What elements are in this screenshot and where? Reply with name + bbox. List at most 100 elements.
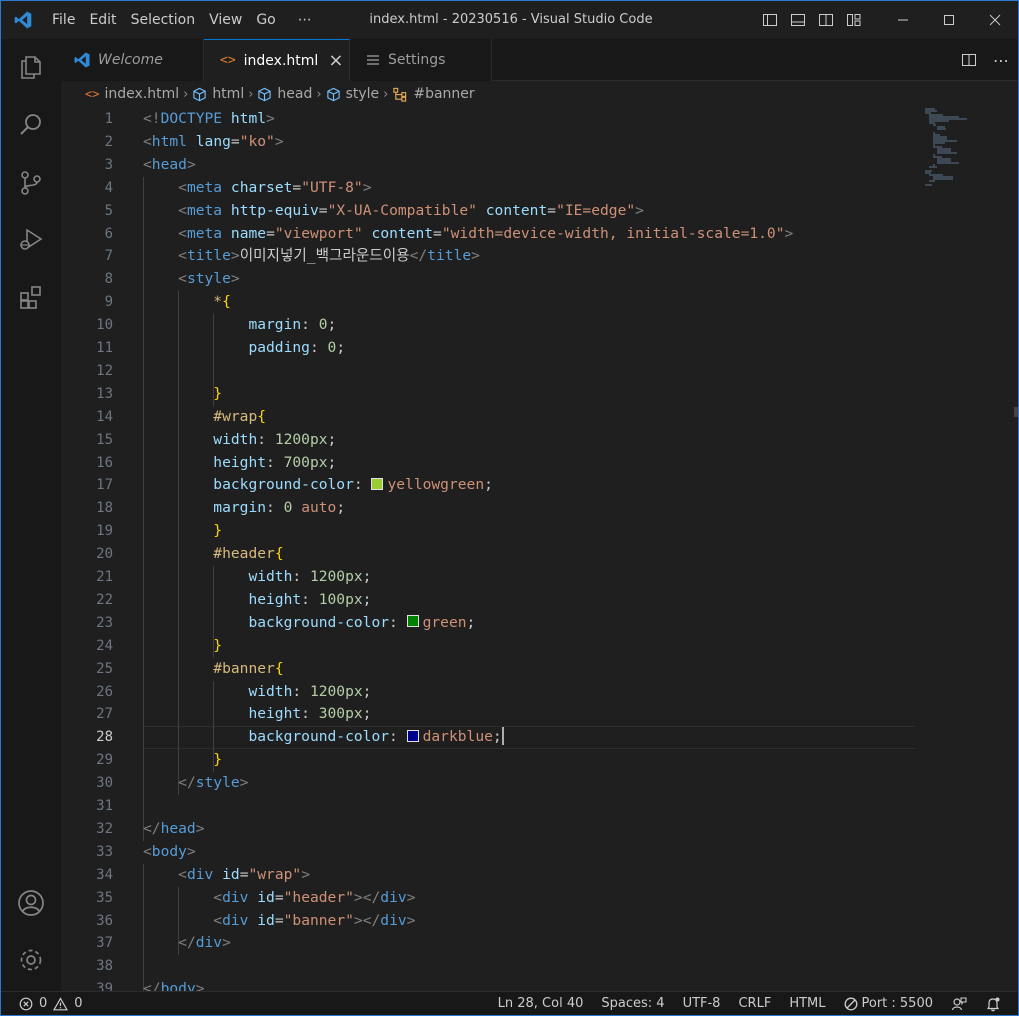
tab-welcome[interactable]: Welcome — [61, 39, 204, 81]
css-selector-icon — [392, 87, 408, 102]
run-debug-icon[interactable] — [1, 215, 61, 263]
editor-actions: ⋯ — [954, 39, 1018, 81]
line-number: 30 — [96, 775, 113, 792]
breadcrumb-item-html[interactable]: html — [192, 86, 244, 102]
chevron-right-icon: › — [248, 86, 254, 102]
source-control-icon[interactable] — [1, 159, 61, 207]
code-line: width: 1200px; — [248, 568, 372, 585]
line-number: 25 — [96, 660, 113, 677]
color-swatch[interactable] — [406, 615, 419, 628]
indentation[interactable]: Spaces: 4 — [592, 996, 673, 1011]
menu-go[interactable]: Go — [249, 1, 282, 39]
code-line: height: 300px; — [248, 705, 372, 723]
code-line: <!DOCTYPE html> — [143, 110, 275, 127]
toggle-panel-icon[interactable] — [784, 1, 812, 39]
line-number: 14 — [96, 408, 113, 425]
menu-file[interactable]: File — [45, 1, 82, 39]
line-number: 26 — [96, 683, 113, 700]
code-line: height: 100px; — [248, 590, 372, 608]
line-number: 38 — [96, 958, 113, 975]
live-server-port[interactable]: Port : 5500 — [835, 996, 943, 1011]
line-number: 29 — [96, 752, 113, 769]
menu-selection[interactable]: Selection — [124, 1, 203, 39]
line-number: 10 — [96, 317, 113, 334]
cursor-position[interactable]: Ln 28, Col 40 — [489, 996, 593, 1011]
editor-tabs: Welcome <> index.html × Settings ⋯ — [61, 39, 1018, 81]
error-icon — [19, 997, 33, 1011]
breadcrumb-item-file[interactable]: <> index.html — [85, 86, 179, 102]
vscode-logo-icon — [1, 1, 45, 39]
line-number: 12 — [96, 362, 113, 379]
code-line: <meta charset="UTF-8"> — [178, 178, 372, 196]
line-number: 20 — [96, 546, 113, 563]
problems-indicator[interactable]: 0 0 — [19, 996, 83, 1011]
warning-count: 0 — [74, 996, 83, 1011]
code-editor[interactable]: 1 2 3 4 5 6 7 8 9 10 11 12 13 14 15 16 17 18 19 20 21 22 23 24 2… — [61, 107, 1018, 991]
color-swatch[interactable] — [406, 729, 419, 742]
code-line: height: 700px; — [213, 453, 337, 471]
line-number: 18 — [96, 500, 113, 517]
code-line: <html lang="ko"> — [143, 132, 284, 150]
port-label: Port : 5500 — [861, 996, 934, 1011]
chevron-right-icon: › — [316, 86, 322, 102]
tab-settings[interactable]: Settings — [350, 39, 492, 81]
end-of-line[interactable]: CRLF — [729, 996, 780, 1011]
breadcrumb-label: #banner — [413, 86, 475, 102]
line-number: 17 — [96, 477, 113, 494]
more-actions-icon[interactable]: ⋯ — [984, 51, 1018, 70]
line-number: 6 — [104, 225, 113, 242]
maximize-icon[interactable] — [926, 1, 972, 39]
toggle-primary-sidebar-icon[interactable] — [756, 1, 784, 39]
feedback-icon[interactable] — [942, 996, 976, 1012]
title-bar: File Edit Selection View Go ⋯ index.html… — [1, 1, 1018, 39]
breadcrumb-item-style[interactable]: style — [326, 86, 379, 102]
code-line: margin: 0 auto; — [213, 499, 346, 517]
breadcrumb-label: index.html — [104, 86, 180, 102]
code-line: *{ — [213, 293, 231, 311]
encoding[interactable]: UTF-8 — [674, 996, 730, 1011]
close-tab-icon[interactable]: × — [328, 50, 343, 71]
code-line: background-color: yellowgreen; — [213, 476, 493, 494]
customize-layout-icon[interactable] — [840, 1, 868, 39]
split-editor-icon[interactable] — [954, 52, 984, 68]
color-swatch[interactable] — [371, 477, 384, 490]
manage-gear-icon[interactable] — [1, 936, 61, 984]
menu-edit[interactable]: Edit — [82, 1, 123, 39]
line-number: 11 — [96, 340, 113, 356]
notifications-bell-icon[interactable] — [976, 996, 1010, 1012]
tab-label: Welcome — [98, 52, 163, 68]
breadcrumb-item-banner[interactable]: #banner — [392, 86, 475, 102]
code-line: margin: 0; — [248, 316, 337, 334]
vertical-scrollbar[interactable] — [1014, 407, 1018, 417]
element-cube-icon — [257, 87, 272, 102]
code-line: background-color: green; — [248, 613, 476, 631]
line-number: 36 — [96, 912, 113, 929]
title-controls — [756, 1, 1018, 39]
toggle-secondary-sidebar-icon[interactable] — [812, 1, 840, 39]
close-window-icon[interactable] — [972, 1, 1018, 39]
minimap[interactable] — [921, 107, 1018, 991]
menu-view[interactable]: View — [202, 1, 249, 39]
breadcrumb-item-head[interactable]: head — [257, 86, 312, 102]
search-icon[interactable] — [1, 101, 61, 149]
language-mode[interactable]: HTML — [780, 996, 834, 1011]
accounts-icon[interactable] — [1, 879, 61, 927]
explorer-icon[interactable] — [1, 43, 61, 91]
tab-index-html[interactable]: <> index.html × — [204, 39, 350, 81]
code-line: <meta name="viewport" content="width=dev… — [178, 224, 794, 242]
warning-icon — [53, 996, 69, 1011]
line-number: 16 — [96, 454, 113, 471]
code-line: } — [213, 636, 223, 654]
minimize-icon[interactable] — [880, 1, 926, 39]
code-line: <div id="banner"></div> — [213, 911, 416, 929]
line-number: 4 — [104, 179, 113, 196]
line-number: 37 — [96, 935, 113, 952]
extensions-icon[interactable] — [1, 273, 61, 321]
line-number: 34 — [96, 866, 113, 883]
code-line: <body> — [143, 842, 196, 860]
code-line: } — [213, 522, 223, 540]
line-number: 22 — [96, 591, 113, 608]
line-number: 23 — [96, 614, 113, 631]
element-cube-icon — [192, 87, 207, 102]
breadcrumb-label: html — [212, 86, 245, 102]
